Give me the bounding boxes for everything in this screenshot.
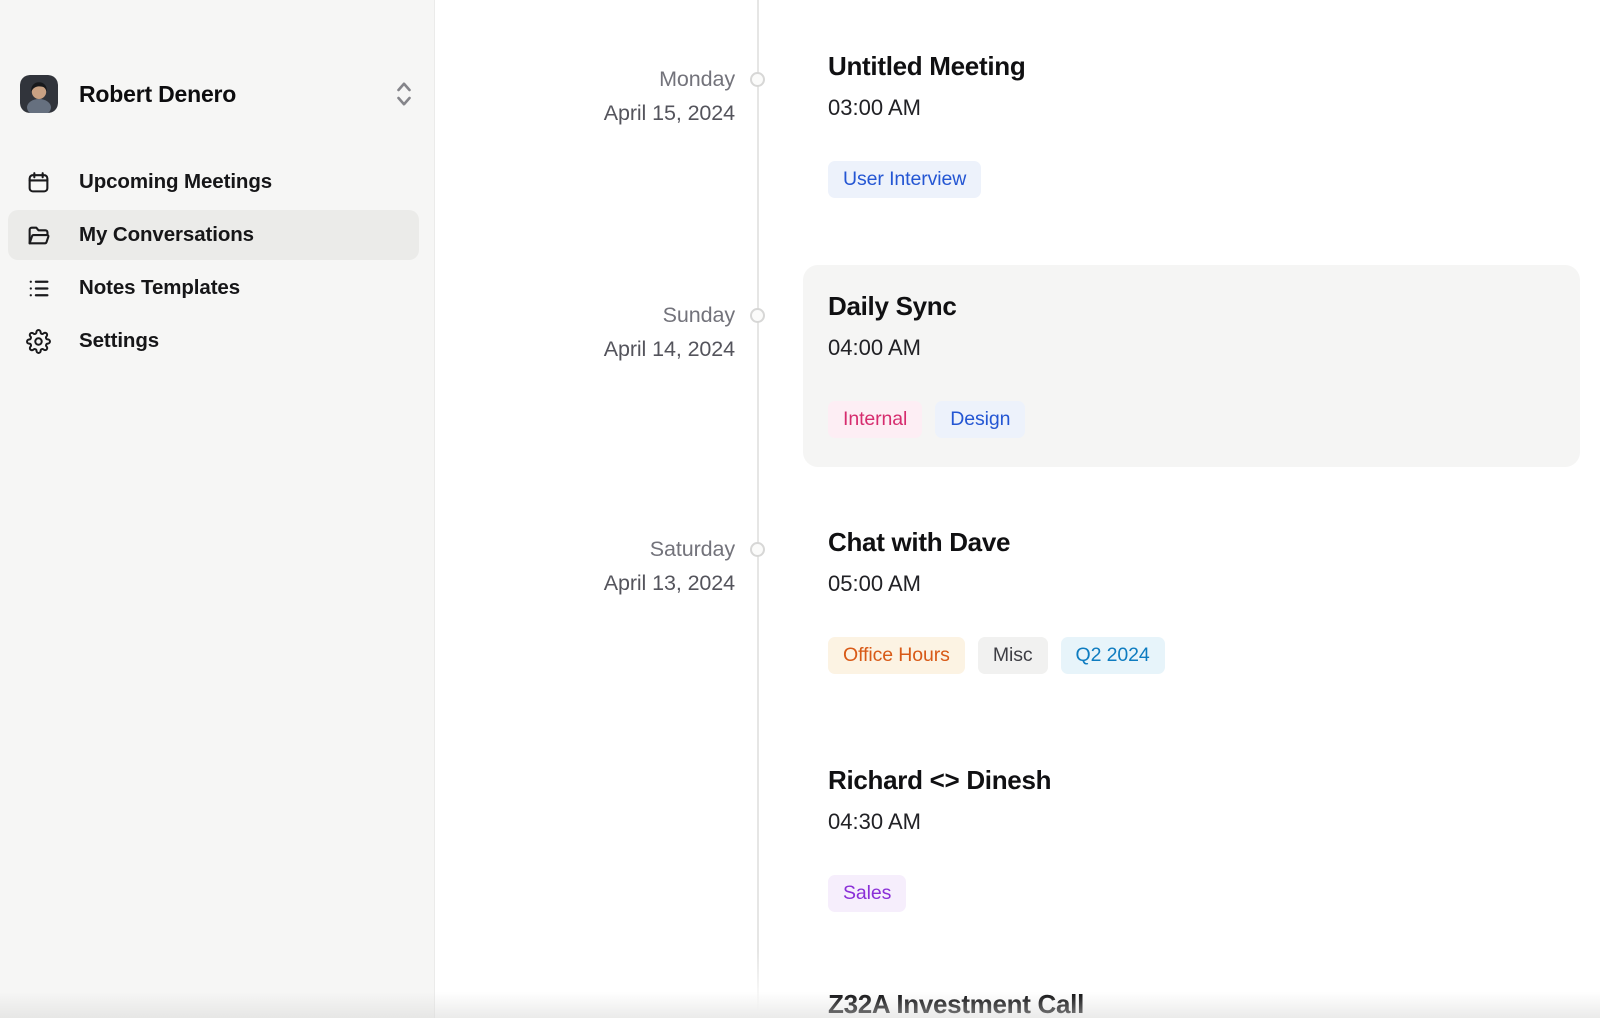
tag-user-interview[interactable]: User Interview [828, 161, 981, 198]
meeting-title: Richard <> Dinesh [828, 765, 1051, 795]
day-name: Sunday [0, 298, 735, 332]
meeting-tags: Office Hours Misc Q2 2024 [828, 637, 1165, 674]
meeting-title: Untitled Meeting [828, 51, 1025, 81]
meeting-entry-z32a-investment-call[interactable]: Z32A Investment Call [828, 989, 1084, 1018]
meeting-title: Daily Sync [828, 291, 1025, 321]
meeting-title: Chat with Dave [828, 527, 1165, 557]
folder-icon [26, 223, 51, 248]
meeting-entry-untitled-meeting[interactable]: Untitled Meeting 03:00 AM User Interview [828, 51, 1025, 198]
meeting-tags: Sales [828, 875, 1051, 912]
list-icon [26, 276, 51, 301]
date-text: April 15, 2024 [0, 96, 735, 130]
tag-misc[interactable]: Misc [978, 637, 1048, 674]
meeting-tags: Internal Design [828, 401, 1025, 438]
meeting-entry-chat-with-dave[interactable]: Chat with Dave 05:00 AM Office Hours Mis… [828, 527, 1165, 674]
tag-office-hours[interactable]: Office Hours [828, 637, 965, 674]
sidebar-item-label: Upcoming Meetings [79, 170, 272, 194]
tag-design[interactable]: Design [935, 401, 1025, 438]
date-label-saturday: Saturday April 13, 2024 [0, 532, 735, 600]
tag-internal[interactable]: Internal [828, 401, 922, 438]
timeline-dot [750, 72, 765, 87]
sidebar: Robert Denero Upcoming Meetings [0, 0, 435, 1018]
timeline-dot [750, 308, 765, 323]
meeting-time: 05:00 AM [828, 571, 1165, 597]
meeting-time: 04:30 AM [828, 809, 1051, 835]
tag-q2-2024[interactable]: Q2 2024 [1061, 637, 1165, 674]
meeting-time: 03:00 AM [828, 95, 1025, 121]
day-name: Saturday [0, 532, 735, 566]
meeting-title: Z32A Investment Call [828, 989, 1084, 1018]
meeting-notes-app: Robert Denero Upcoming Meetings [0, 0, 1600, 1018]
date-text: April 14, 2024 [0, 332, 735, 366]
timeline-dot [750, 542, 765, 557]
calendar-icon [26, 170, 51, 195]
sidebar-item-my-conversations[interactable]: My Conversations [8, 210, 419, 260]
sidebar-item-upcoming-meetings[interactable]: Upcoming Meetings [8, 157, 419, 207]
day-name: Monday [0, 62, 735, 96]
date-text: April 13, 2024 [0, 566, 735, 600]
meeting-entry-richard-dinesh[interactable]: Richard <> Dinesh 04:30 AM Sales [828, 765, 1051, 912]
meeting-time: 04:00 AM [828, 335, 1025, 361]
meeting-tags: User Interview [828, 161, 1025, 198]
tag-sales[interactable]: Sales [828, 875, 906, 912]
timeline-line [757, 0, 759, 1012]
sidebar-item-label: Notes Templates [79, 276, 240, 300]
date-label-sunday: Sunday April 14, 2024 [0, 298, 735, 366]
sidebar-item-label: My Conversations [79, 223, 254, 247]
date-label-monday: Monday April 15, 2024 [0, 62, 735, 130]
meeting-entry-daily-sync[interactable]: Daily Sync 04:00 AM Internal Design [828, 291, 1025, 438]
